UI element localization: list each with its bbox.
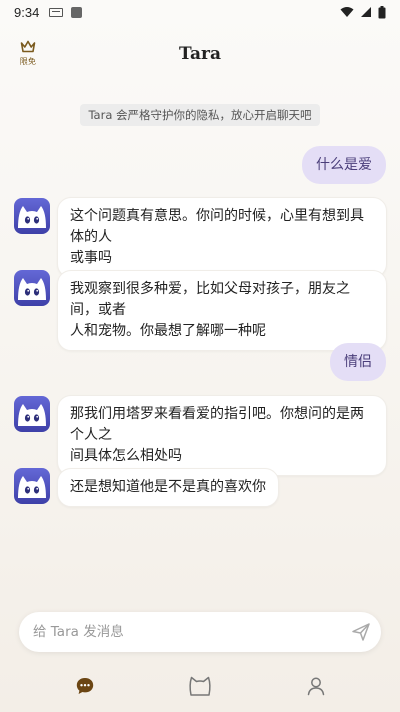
user-message: 情侣 (330, 343, 386, 381)
bot-message-line: 间具体怎么相处吗 (70, 448, 182, 464)
message-composer (19, 612, 381, 652)
status-bar: 9:34 (0, 0, 400, 24)
chat-bubble-icon (76, 678, 94, 694)
battery-icon (378, 5, 386, 18)
privacy-notice: Tara 会严格守护你的隐私，放心开启聊天吧 (80, 104, 320, 126)
tara-avatar-icon (14, 198, 50, 234)
nav-chat[interactable] (71, 672, 99, 700)
send-button[interactable] (341, 612, 381, 652)
bot-message: 这个问题真有意思。你问的时候，心里有想到具体的人 或事吗 (57, 197, 387, 278)
status-time: 9:34 (14, 4, 40, 20)
tara-avatar-icon (14, 468, 50, 504)
message-input[interactable] (19, 624, 341, 640)
cat-face-icon (189, 676, 211, 696)
page-title: Tara (178, 44, 221, 64)
person-icon (307, 677, 325, 696)
tara-avatar-icon (14, 396, 50, 432)
avatar[interactable] (14, 468, 50, 504)
signal-icon (361, 7, 371, 17)
avatar[interactable] (14, 396, 50, 432)
bot-message-line: 还是想知道他是不是真的喜欢你 (70, 479, 266, 495)
bot-message-line: 我观察到很多种爱，比如父母对孩子，朋友之间，或者 (70, 281, 350, 318)
bot-message-line: 这个问题真有意思。你问的时候，心里有想到具体的人 (70, 208, 364, 245)
bot-message-line: 人和宠物。你最想了解哪一种呢 (70, 323, 266, 339)
keyboard-icon (49, 7, 64, 17)
nav-profile[interactable] (302, 672, 330, 700)
bot-message: 我观察到很多种爱，比如父母对孩子，朋友之间，或者 人和宠物。你最想了解哪一种呢 (57, 270, 387, 351)
nav-cat[interactable] (186, 672, 214, 700)
send-icon (352, 623, 370, 641)
bot-message-line: 或事吗 (70, 250, 112, 266)
avatar[interactable] (14, 270, 50, 306)
tara-avatar-icon (14, 270, 50, 306)
header: 限免 Tara (0, 28, 400, 84)
bottom-nav (0, 668, 400, 704)
user-bubble: 情侣 (330, 343, 386, 381)
user-message: 什么是爱 (302, 146, 386, 184)
user-bubble: 什么是爱 (302, 146, 386, 184)
notification-icon (71, 6, 83, 18)
avatar[interactable] (14, 198, 50, 234)
bot-message: 还是想知道他是不是真的喜欢你 (57, 468, 279, 507)
bot-message: 那我们用塔罗来看看爱的指引吧。你想问的是两个人之 间具体怎么相处吗 (57, 395, 387, 476)
bot-message-line: 那我们用塔罗来看看爱的指引吧。你想问的是两个人之 (70, 406, 364, 443)
wifi-icon (340, 7, 354, 17)
